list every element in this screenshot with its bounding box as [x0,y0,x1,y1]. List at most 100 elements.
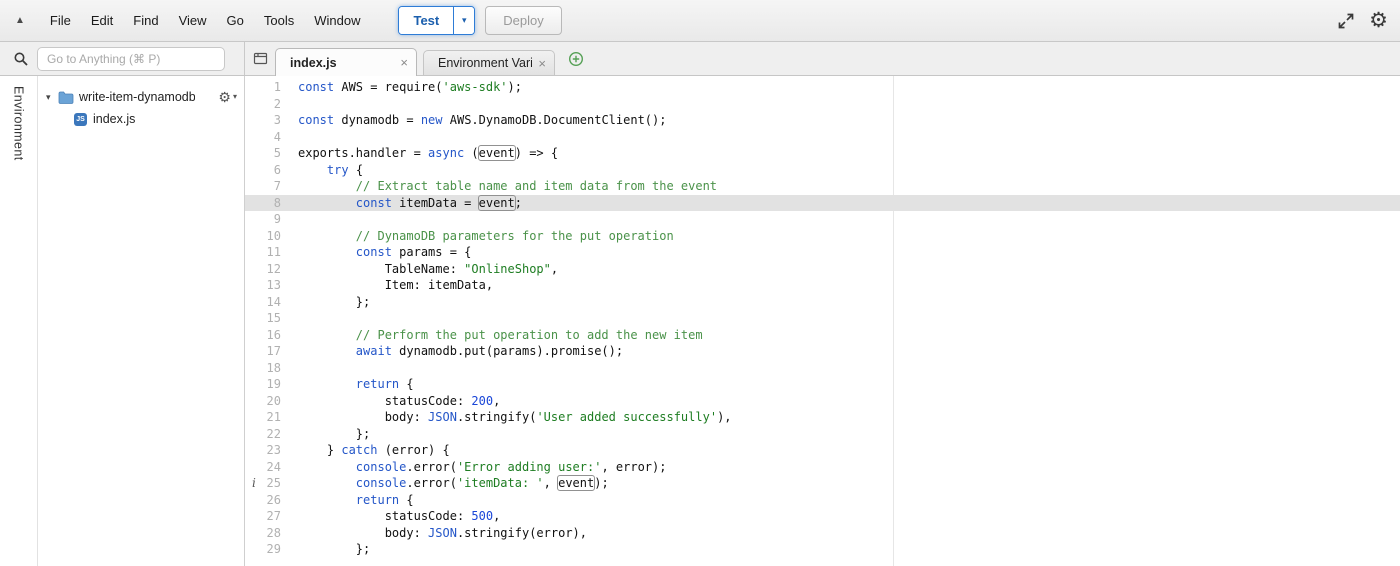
code-line[interactable]: 23 } catch (error) { [245,442,1400,459]
code-text: }; [298,294,371,309]
line-number[interactable]: 23 [245,442,291,459]
code-editor[interactable]: 1 const AWS = require('aws-sdk'); 2 3 const … [245,76,1400,566]
code-line[interactable]: 6 try { [245,162,1400,179]
new-tab-icon[interactable] [568,51,584,67]
home-caret-icon[interactable]: ▲ [0,15,40,26]
menu-window[interactable]: Window [304,13,370,28]
code-line[interactable]: 21 body: JSON.stringify('User added succ… [245,409,1400,426]
tree-folder-row[interactable]: ▾ write-item-dynamodb ⚙ ▾ [38,86,244,108]
line-number[interactable]: 2 [245,96,291,113]
code-line[interactable]: 22 }; [245,426,1400,443]
menu-tools[interactable]: Tools [254,13,304,28]
info-annotation-icon: i [252,476,256,490]
line-number[interactable]: 14 [245,294,291,311]
line-number[interactable]: 5 [245,145,291,162]
goto-anything-input[interactable] [37,46,225,71]
main-area: Environment ▾ write-item-dynamodb ⚙ ▾ JS … [0,76,1400,566]
line-number[interactable]: 11 [245,244,291,261]
code-line[interactable]: 28 body: JSON.stringify(error), [245,525,1400,542]
menu-file[interactable]: File [40,13,81,28]
settings-gear-icon[interactable]: ⚙ [1369,10,1388,31]
code-line[interactable]: 24 console.error('Error adding user:', e… [245,459,1400,476]
code-line[interactable]: 10 // DynamoDB parameters for the put op… [245,228,1400,245]
code-text: }; [298,426,371,441]
code-text: const dynamodb = new AWS.DynamoDB.Docume… [298,113,667,127]
code-line[interactable]: 16 // Perform the put operation to add t… [245,327,1400,344]
code-line[interactable]: 3 const dynamodb = new AWS.DynamoDB.Docum… [245,112,1400,129]
menu-view[interactable]: View [169,13,217,28]
line-number[interactable]: 19 [245,376,291,393]
line-number[interactable]: 17 [245,343,291,360]
line-number[interactable]: 7 [245,178,291,195]
code-line[interactable]: 13 Item: itemData, [245,277,1400,294]
menu-find[interactable]: Find [123,13,168,28]
chevron-down-icon: ▾ [461,15,467,25]
line-number[interactable]: 6 [245,162,291,179]
code-line[interactable]: 26 return { [245,492,1400,509]
line-number[interactable]: 21 [245,409,291,426]
line-number[interactable]: 1 [245,79,291,96]
search-icon [13,51,29,67]
line-number[interactable]: 12 [245,261,291,278]
code-line[interactable]: 7 // Extract table name and item data fr… [245,178,1400,195]
code-text: }; [298,542,371,556]
fullscreen-icon[interactable] [1337,12,1355,30]
code-line[interactable]: 20 statusCode: 200, [245,393,1400,410]
line-number[interactable]: 28 [245,525,291,542]
line-number[interactable]: 3 [245,112,291,129]
line-number[interactable]: 16 [245,327,291,344]
code-line[interactable]: 14 }; [245,294,1400,311]
code-text: const AWS = require('aws-sdk'); [298,80,522,94]
code-line[interactable]: 18 [245,360,1400,377]
code-line[interactable]: 2 [245,96,1400,113]
line-number[interactable]: 22 [245,426,291,443]
deploy-button[interactable]: Deploy [485,6,562,35]
line-number[interactable]: 4 [245,129,291,146]
code-line[interactable]: 5 exports.handler = async (event) => { [245,145,1400,162]
menubar: ▲ File Edit Find View Go Tools Window Te… [0,0,1400,42]
line-number[interactable]: 13 [245,277,291,294]
menu-go[interactable]: Go [217,13,254,28]
tab-index-js[interactable]: index.js × [275,48,417,76]
code-line[interactable]: 11 const params = { [245,244,1400,261]
search-area [0,42,245,75]
tab-bar: index.js × Environment Vari × [245,42,1400,76]
code-line[interactable]: 8 const itemData = event; [245,194,1400,212]
code-line[interactable]: 29 }; [245,541,1400,558]
tab-environment-variables[interactable]: Environment Vari × [423,50,555,75]
line-number[interactable]: 10 [245,228,291,245]
code-line[interactable]: 27 statusCode: 500, [245,508,1400,525]
line-number[interactable]: 29 [245,541,291,558]
file-name: index.js [93,112,136,126]
code-line[interactable]: 19 return { [245,376,1400,393]
code-line[interactable]: 9 [245,211,1400,228]
line-number[interactable]: 26 [245,492,291,509]
test-dropdown-button[interactable]: ▾ [453,7,475,34]
line-number[interactable]: 8 [245,195,291,212]
line-number[interactable]: 20 [245,393,291,410]
line-number[interactable]: 15 [245,310,291,327]
line-number[interactable]: 18 [245,360,291,377]
line-number[interactable]: i 25 [245,475,291,492]
tree-settings-gear-icon[interactable]: ⚙ ▾ [218,90,237,104]
line-number[interactable]: 9 [245,211,291,228]
test-button[interactable]: Test [399,7,454,34]
tab-list-icon[interactable] [253,51,268,66]
close-icon[interactable]: × [400,55,408,70]
code-line[interactable]: 4 [245,129,1400,146]
close-icon[interactable]: × [538,56,546,71]
menu-edit[interactable]: Edit [81,13,123,28]
line-number[interactable]: 27 [245,508,291,525]
code-line[interactable]: 12 TableName: "OnlineShop", [245,261,1400,278]
code-line[interactable]: 17 await dynamodb.put(params).promise(); [245,343,1400,360]
code-text: // Perform the put operation to add the … [355,327,703,342]
caret-down-icon[interactable]: ▾ [46,92,58,103]
environment-panel-tab[interactable]: Environment [0,76,38,566]
tree-file-row[interactable]: JS index.js [38,108,244,130]
code-line[interactable]: i 25 console.error('itemData: ', event); [245,475,1400,492]
line-number[interactable]: 24 [245,459,291,476]
code-line[interactable]: 15 [245,310,1400,327]
code-text: return { [355,492,414,507]
code-line[interactable]: 1 const AWS = require('aws-sdk'); [245,79,1400,96]
